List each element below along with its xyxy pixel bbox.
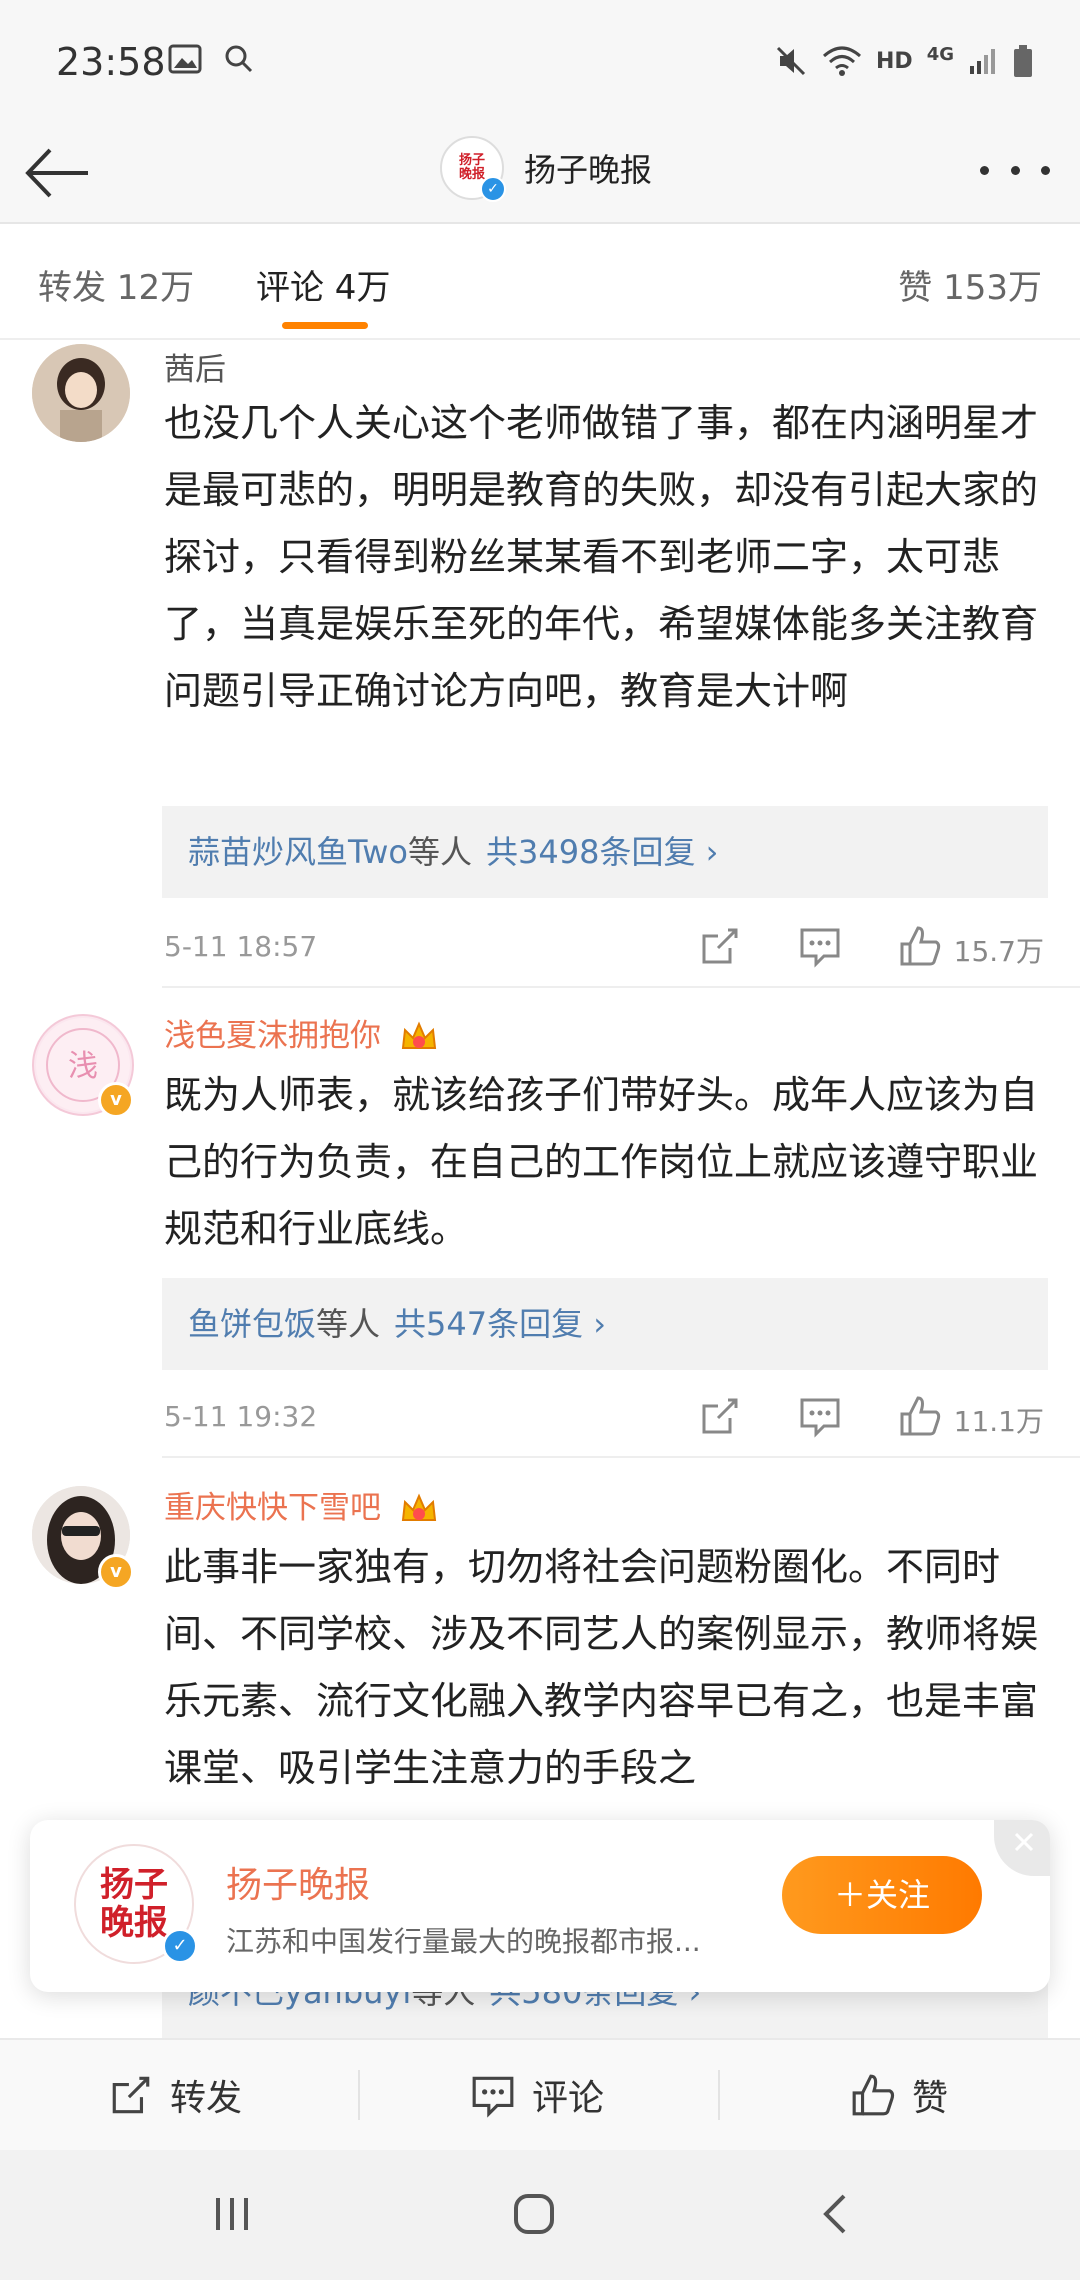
username-text: 浅色夏沫拥抱你 xyxy=(164,1018,381,1054)
more-options-button[interactable] xyxy=(980,150,1050,190)
username[interactable]: 浅色夏沫拥抱你 xyxy=(164,1010,439,1056)
status-left-icons xyxy=(168,44,254,74)
header-avatar[interactable]: 扬子晚报 ✓ xyxy=(440,136,506,202)
share-icon[interactable] xyxy=(698,924,742,968)
reply-summary[interactable]: 鱼饼包饭等人 共547条回复 › xyxy=(162,1278,1048,1370)
comment-meta: 5-11 18:57 15.7万 xyxy=(164,916,1044,976)
header-title: 扬子晚报 xyxy=(524,151,653,189)
mute-icon xyxy=(776,46,806,76)
battery-icon xyxy=(1014,45,1032,77)
back-nav-button[interactable] xyxy=(806,2184,866,2244)
comment-time: 5-11 18:57 xyxy=(164,930,318,963)
reply-names: 鱼饼包饭 xyxy=(188,1305,317,1343)
comment-label: 评论 xyxy=(532,2078,605,2119)
dot-icon xyxy=(1010,165,1020,175)
like-count: 15.7万 xyxy=(953,935,1044,968)
svg-text:浅: 浅 xyxy=(68,1049,98,1084)
like-icon[interactable] xyxy=(898,1394,942,1438)
reply-etc: 等人 xyxy=(408,833,473,871)
follow-card[interactable]: 扬子 晚报 ✓ 扬子晚报 江苏和中国发行量最大的晚报都市报... ＋关注 xyxy=(30,1820,1050,1992)
tab-bar: 转发 12万 评论 4万 赞 153万 xyxy=(0,224,1080,340)
active-tab-indicator xyxy=(282,322,368,329)
divider xyxy=(162,986,1080,988)
tab-comments[interactable]: 评论 4万 xyxy=(256,260,390,309)
reply-summary[interactable]: 蒜苗炒风鱼Two等人 共3498条回复 › xyxy=(162,806,1048,898)
repost-button[interactable]: 转发 xyxy=(108,2040,242,2150)
comment-text: 也没几个人关心这个老师做错了事，都在内涵明星才是最可悲的，明明是教育的失败，却没… xyxy=(164,401,1039,713)
separator xyxy=(718,2070,720,2120)
tab-repost[interactable]: 转发 12万 xyxy=(38,260,194,309)
comment-button[interactable]: 评论 xyxy=(470,2040,604,2150)
network-type: 4G xyxy=(926,43,954,65)
reply-names: 蒜苗炒风鱼Two xyxy=(188,833,409,871)
tab-likes[interactable]: 赞 153万 xyxy=(898,260,1042,309)
signal-icon xyxy=(970,49,995,74)
crown-icon xyxy=(401,1020,436,1049)
reply-count: 共3498条回复 › xyxy=(486,833,719,871)
comment-meta: 5-11 19:32 11.1万 xyxy=(164,1386,1044,1446)
close-card-button[interactable] xyxy=(994,1820,1050,1876)
back-button[interactable] xyxy=(24,138,94,208)
account-description: 江苏和中国发行量最大的晚报都市报... xyxy=(226,1925,701,1958)
username[interactable]: 茜后 xyxy=(164,344,226,389)
avatar-image xyxy=(32,344,130,442)
share-icon[interactable] xyxy=(698,1394,742,1438)
bottom-action-bar: 转发 评论 赞 xyxy=(0,2038,1080,2150)
comment-text: 此事非一家独有，切勿将社会问题粉圈化。不同时间、不同学校、涉及不同艺人的案例显示… xyxy=(164,1545,1039,1790)
comment-icon[interactable] xyxy=(798,1394,842,1438)
dot-icon xyxy=(1041,165,1050,175)
like-count: 11.1万 xyxy=(953,1405,1044,1438)
comment-time: 5-11 19:32 xyxy=(164,1400,318,1433)
verified-badge-icon: v xyxy=(98,1554,134,1590)
network-hd: HD xyxy=(876,48,913,74)
dot-icon xyxy=(980,165,989,175)
header-avatar-logo: 扬子晚报 xyxy=(458,153,485,182)
account-logo-text: 扬子 晚报 xyxy=(100,1865,168,1943)
image-icon xyxy=(168,44,202,74)
status-bar: 23:58 HD 4G xyxy=(0,0,1080,130)
divider xyxy=(162,1456,1080,1458)
like-icon xyxy=(852,2074,895,2116)
comment-icon[interactable] xyxy=(798,924,842,968)
search-icon xyxy=(225,45,253,73)
comment-text: 既为人师表，就该给孩子们带好头。成年人应该为自己的行为负责，在自己的工作岗位上就… xyxy=(164,1073,1039,1251)
close-icon xyxy=(1014,1832,1034,1852)
verified-badge-icon: ✓ xyxy=(162,1928,198,1964)
comment-icon xyxy=(472,2076,514,2118)
avatar[interactable] xyxy=(32,344,130,442)
username[interactable]: 重庆快快下雪吧 xyxy=(164,1482,439,1528)
verified-badge-icon: v xyxy=(98,1082,134,1118)
reply-count: 共547条回复 › xyxy=(394,1305,607,1343)
system-nav-bar xyxy=(0,2150,1080,2280)
verified-badge-icon: ✓ xyxy=(480,176,506,202)
repost-icon xyxy=(112,2076,150,2114)
status-right-icons: HD 4G xyxy=(774,44,1034,78)
like-label: 赞 xyxy=(912,2078,949,2119)
top-header: 扬子晚报 ✓ 扬子晚报 xyxy=(0,130,1080,224)
follow-button[interactable]: ＋关注 xyxy=(782,1856,982,1934)
wifi-icon xyxy=(823,46,861,76)
home-button[interactable] xyxy=(504,2184,564,2244)
like-icon[interactable] xyxy=(898,924,942,968)
username-text: 重庆快快下雪吧 xyxy=(164,1490,381,1526)
like-button[interactable]: 赞 xyxy=(850,2040,948,2150)
repost-label: 转发 xyxy=(170,2078,243,2119)
header-account[interactable]: 扬子晚报 ✓ 扬子晚报 xyxy=(440,136,653,202)
reply-etc: 等人 xyxy=(316,1305,381,1343)
status-time: 23:58 xyxy=(56,40,166,84)
account-name[interactable]: 扬子晚报 xyxy=(226,1856,370,1908)
recent-apps-button[interactable] xyxy=(202,2184,262,2244)
separator xyxy=(358,2070,360,2120)
crown-icon xyxy=(401,1492,436,1521)
